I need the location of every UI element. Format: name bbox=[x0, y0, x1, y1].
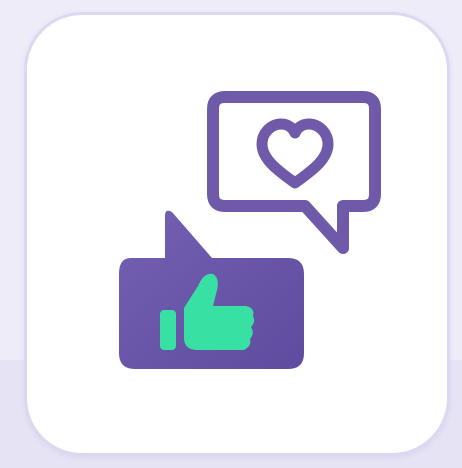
like-speech-bubble-icon bbox=[119, 210, 304, 369]
feedback-illustration bbox=[119, 91, 381, 369]
heart-speech-bubble-icon bbox=[207, 91, 381, 254]
thumb-cuff bbox=[160, 310, 176, 350]
speech-bubble-outline bbox=[207, 91, 381, 254]
